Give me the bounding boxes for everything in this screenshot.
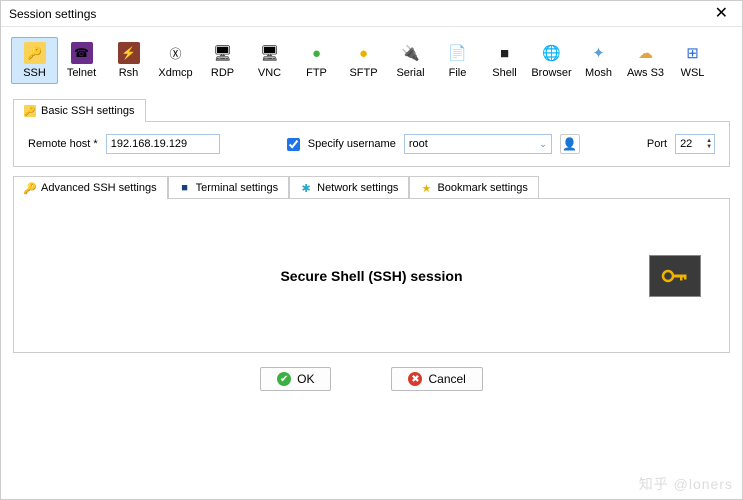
key-icon: 🔑 <box>24 182 36 194</box>
protocol-label: SSH <box>23 67 46 79</box>
tab-basic-ssh[interactable]: 🔑 Basic SSH settings <box>13 99 146 122</box>
protocol-label: Mosh <box>585 67 612 79</box>
serial-icon: 🔌 <box>400 42 422 64</box>
subtab-advanced-ssh-settings[interactable]: 🔑 Advanced SSH settings <box>13 176 168 199</box>
x-icon: ✖ <box>408 372 422 386</box>
protocol-rsh[interactable]: ⚡ Rsh <box>105 37 152 84</box>
remote-host-input[interactable] <box>106 134 220 154</box>
session-settings-window: Session settings ✕ 🔑 SSH ☎ Telnet ⚡ Rsh Ⓧ Xdmcp… <box>0 0 743 500</box>
specify-username-checkbox[interactable] <box>287 138 300 151</box>
subtab-label: Advanced SSH settings <box>41 182 157 194</box>
username-combobox[interactable]: root ⌄ <box>404 134 552 154</box>
port-spinner[interactable]: ▲▼ <box>706 138 714 150</box>
cancel-label: Cancel <box>428 372 465 386</box>
ftp-icon: ● <box>306 42 328 64</box>
window-title: Session settings <box>9 7 96 21</box>
basic-settings-group: 🔑 Basic SSH settings Remote host * Speci… <box>13 98 730 167</box>
subtab-label: Bookmark settings <box>437 182 527 194</box>
key-icon: 🔑 <box>24 42 46 64</box>
basic-tabstrip: 🔑 Basic SSH settings <box>13 98 730 121</box>
shell-icon: ■ <box>494 42 516 64</box>
protocol-ssh[interactable]: 🔑 SSH <box>11 37 58 84</box>
protocol-shell[interactable]: ■ Shell <box>481 37 528 84</box>
protocol-label: Browser <box>531 67 571 79</box>
protocol-browser[interactable]: 🌐 Browser <box>528 37 575 84</box>
rsh-icon: ⚡ <box>118 42 140 64</box>
key-icon: 🔑 <box>24 105 36 117</box>
protocol-telnet[interactable]: ☎ Telnet <box>58 37 105 84</box>
protocol-label: SFTP <box>349 67 377 79</box>
titlebar: Session settings ✕ <box>1 1 742 27</box>
detail-settings-group: 🔑 Advanced SSH settings ■ Terminal settings… <box>13 175 730 353</box>
star-icon: ★ <box>420 182 432 194</box>
subtab-label: Terminal settings <box>196 182 279 194</box>
specify-username-label: Specify username <box>308 138 396 150</box>
detail-content-pane: Secure Shell (SSH) session <box>13 198 730 353</box>
watermark-text: 知乎 @loners <box>639 474 733 494</box>
user-browse-button[interactable]: 👤 <box>560 134 580 154</box>
remote-host-label: Remote host * <box>28 138 98 150</box>
check-icon: ✔ <box>277 372 291 386</box>
close-button[interactable]: ✕ <box>709 4 734 24</box>
protocol-ftp[interactable]: ● FTP <box>293 37 340 84</box>
protocol-label: FTP <box>306 67 327 79</box>
tab-label: Basic SSH settings <box>41 105 135 117</box>
port-label: Port <box>647 138 667 150</box>
cancel-button[interactable]: ✖ Cancel <box>391 367 482 391</box>
subtab-bookmark-settings[interactable]: ★ Bookmark settings <box>409 176 538 199</box>
port-input[interactable] <box>676 137 706 151</box>
vnc-icon: 🖥 <box>259 42 281 64</box>
protocol-file[interactable]: 📄 File <box>434 37 481 84</box>
subtab-terminal-settings[interactable]: ■ Terminal settings <box>168 176 290 199</box>
terminal-icon: ■ <box>179 182 191 194</box>
protocol-label: VNC <box>258 67 281 79</box>
network-icon: ✱ <box>300 182 312 194</box>
basic-form-row: Remote host * Specify username root ⌄ 👤 … <box>28 134 715 154</box>
basic-settings-pane: Remote host * Specify username root ⌄ 👤 … <box>13 121 730 167</box>
telnet-icon: ☎ <box>71 42 93 64</box>
username-value: root <box>409 138 428 150</box>
protocol-mosh[interactable]: ✦ Mosh <box>575 37 622 84</box>
subtab-network-settings[interactable]: ✱ Network settings <box>289 176 409 199</box>
user-icon: 👤 <box>562 137 577 151</box>
protocol-label: Shell <box>492 67 516 79</box>
mosh-icon: ✦ <box>588 42 610 64</box>
protocol-label: Aws S3 <box>627 67 664 79</box>
protocol-label: WSL <box>681 67 705 79</box>
protocol-xdmcp[interactable]: Ⓧ Xdmcp <box>152 37 199 84</box>
session-type-heading: Secure Shell (SSH) session <box>280 268 462 284</box>
sftp-icon: ● <box>353 42 375 64</box>
port-spinbox[interactable]: ▲▼ <box>675 134 715 154</box>
protocol-label: Telnet <box>67 67 96 79</box>
protocol-vnc[interactable]: 🖥 VNC <box>246 37 293 84</box>
dialog-button-row: ✔ OK ✖ Cancel <box>1 367 742 401</box>
ssh-key-tile <box>649 255 701 297</box>
key-icon <box>660 264 690 288</box>
browser-icon: 🌐 <box>541 42 563 64</box>
file-icon: 📄 <box>447 42 469 64</box>
protocol-sftp[interactable]: ● SFTP <box>340 37 387 84</box>
protocol-serial[interactable]: 🔌 Serial <box>387 37 434 84</box>
detail-tabstrip: 🔑 Advanced SSH settings ■ Terminal settings… <box>13 175 730 198</box>
ok-label: OK <box>297 372 314 386</box>
protocol-label: Rsh <box>119 67 139 79</box>
protocol-label: File <box>449 67 467 79</box>
protocol-label: RDP <box>211 67 234 79</box>
protocol-label: Serial <box>396 67 424 79</box>
protocol-label: Xdmcp <box>158 67 192 79</box>
aws-icon: ☁ <box>635 42 657 64</box>
xdmcp-icon: Ⓧ <box>165 42 187 64</box>
rdp-icon: 🖥 <box>212 42 234 64</box>
chevron-down-icon: ⌄ <box>539 139 547 150</box>
ok-button[interactable]: ✔ OK <box>260 367 331 391</box>
protocol-aws-s3[interactable]: ☁ Aws S3 <box>622 37 669 84</box>
subtab-label: Network settings <box>317 182 398 194</box>
protocol-rdp[interactable]: 🖥 RDP <box>199 37 246 84</box>
protocol-wsl[interactable]: ⊞ WSL <box>669 37 716 84</box>
protocol-toolbar: 🔑 SSH ☎ Telnet ⚡ Rsh Ⓧ Xdmcp 🖥 RDP 🖥 VNC ● FTP ● SFTP 🔌 S… <box>1 27 742 90</box>
wsl-icon: ⊞ <box>682 42 704 64</box>
